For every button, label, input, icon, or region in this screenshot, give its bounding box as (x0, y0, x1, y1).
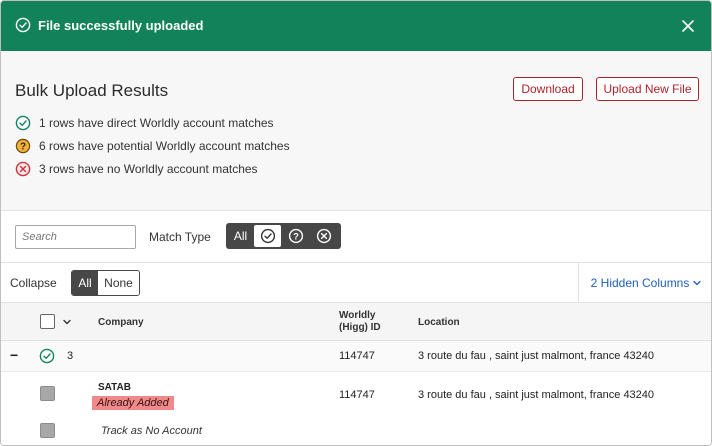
collapse-all-button[interactable]: All (72, 271, 98, 295)
summary-potential: ? 6 rows have potential Worldly account … (15, 138, 290, 154)
row-checkbox[interactable] (40, 386, 55, 401)
match-type-label: Match Type (149, 230, 211, 244)
collapse-label: Collapse (10, 276, 57, 290)
svg-text:?: ? (20, 142, 26, 153)
banner-message: File successfully uploaded (38, 18, 204, 33)
hidden-columns-button[interactable]: 2 Hidden Columns (578, 263, 711, 303)
x-circle-icon (316, 228, 332, 244)
collapse-none-button[interactable]: None (98, 271, 139, 295)
summary-none: 3 rows have no Worldly account matches (15, 161, 258, 177)
table-group-row: − 3 114747 3 route du fau , saint just m… (1, 341, 711, 372)
close-icon[interactable] (679, 17, 697, 35)
match-type-potential[interactable]: ? (283, 225, 309, 247)
group-location: 3 route du fau , saint just malmont, fra… (418, 350, 655, 362)
question-circle-icon: ? (288, 228, 304, 244)
search-input[interactable] (15, 225, 136, 249)
page-title: Bulk Upload Results (15, 81, 169, 100)
check-circle-icon (15, 17, 31, 33)
check-circle-icon (260, 228, 275, 244)
column-worldly-id-line2: (Higg) ID (339, 322, 381, 333)
download-button[interactable]: Download (513, 77, 583, 101)
question-circle-icon: ? (15, 138, 31, 154)
summary-text: 3 rows have no Worldly account matches (39, 162, 258, 176)
no-account-checkbox[interactable] (40, 423, 55, 438)
filter-bar: Match Type All ? (1, 211, 711, 263)
results-panel: Bulk Upload Results Download Upload New … (1, 51, 711, 211)
already-added-badge: Already Added (92, 396, 174, 410)
column-worldly-id: Worldly (Higg) ID (339, 310, 381, 334)
collapse-group-toggle[interactable]: − (10, 347, 18, 363)
match-type-none[interactable] (311, 225, 337, 247)
column-location: Location (418, 317, 460, 328)
match-type-segmented-control: All ? (226, 223, 341, 249)
column-company: Company (98, 317, 144, 328)
check-circle-icon (15, 115, 31, 131)
select-all-checkbox[interactable] (40, 314, 55, 329)
table-header: Company Worldly (Higg) ID Location (1, 303, 711, 341)
match-type-all[interactable]: All (228, 225, 253, 247)
track-no-account-label: Track as No Account (101, 425, 202, 437)
hidden-columns-label: 2 Hidden Columns (590, 276, 690, 290)
column-worldly-id-line1: Worldly (339, 310, 376, 321)
chevron-down-icon (693, 280, 702, 286)
collapse-bar: Collapse All None 2 Hidden Columns (1, 263, 711, 303)
group-worldly-id: 114747 (339, 350, 375, 362)
match-type-direct[interactable] (254, 225, 281, 247)
group-count: 3 (67, 350, 74, 362)
chevron-down-icon[interactable] (63, 318, 71, 326)
summary-text: 1 rows have direct Worldly account match… (39, 116, 274, 130)
x-circle-icon (15, 161, 31, 177)
collapse-toggle: All None (71, 270, 140, 296)
upload-new-file-button[interactable]: Upload New File (596, 77, 699, 101)
table-row: SATAB Already Added 114747 3 route du fa… (1, 372, 711, 416)
row-worldly-id: 114747 (339, 389, 375, 401)
summary-direct: 1 rows have direct Worldly account match… (15, 115, 274, 131)
row-location: 3 route du fau , saint just malmont, fra… (418, 389, 655, 401)
check-circle-icon (39, 348, 55, 364)
table-row-no-account: Track as No Account (1, 416, 711, 445)
summary-text: 6 rows have potential Worldly account ma… (39, 139, 290, 153)
row-company: SATAB (98, 382, 131, 393)
bulk-upload-window: File successfully uploaded Bulk Upload R… (0, 0, 712, 446)
svg-text:?: ? (293, 232, 299, 243)
success-banner: File successfully uploaded (1, 1, 711, 51)
